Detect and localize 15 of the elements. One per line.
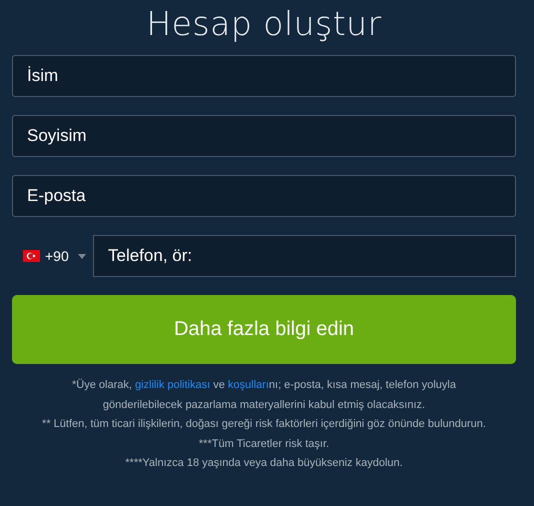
terms-link[interactable]: gizlilik politikası (134, 379, 210, 391)
disclaimer-text: ** Lütfen, tüm ticari ilişkilerin, doğası gereği risk faktörleri içerdiğini göz önünde bulundurun. (41, 417, 487, 432)
text-field[interactable]: E-posta (12, 175, 516, 217)
disclaimer-text: ****Yalnızca 18 yaşında veya daha büyükseniz kaydolun. (124, 456, 404, 471)
disclaimer-text: *Üye olarak, gizlilik politikası ve koşullarını; e-posta, kısa mesaj, telefon yoluyla gönderilebilecek pazarlama materyallerini kabul etmiş olacaksınız. (71, 378, 457, 412)
phone-field[interactable]: Telefon, ör: (93, 235, 516, 277)
text-field[interactable]: Soyisim (12, 115, 516, 157)
disclaimer-text: ***Tüm Ticaretler risk taşır. (198, 436, 330, 452)
submit-button[interactable]: Daha fazla bilgi edin (12, 295, 516, 364)
text-field[interactable]: İsim (12, 55, 516, 97)
caret-icon[interactable] (78, 254, 86, 258)
page-title: Hesap oluştur (145, 4, 383, 44)
terms-link[interactable]: koşulları (228, 379, 269, 391)
country-code[interactable]: +90 (45, 248, 69, 264)
flag-icon[interactable] (23, 250, 40, 262)
